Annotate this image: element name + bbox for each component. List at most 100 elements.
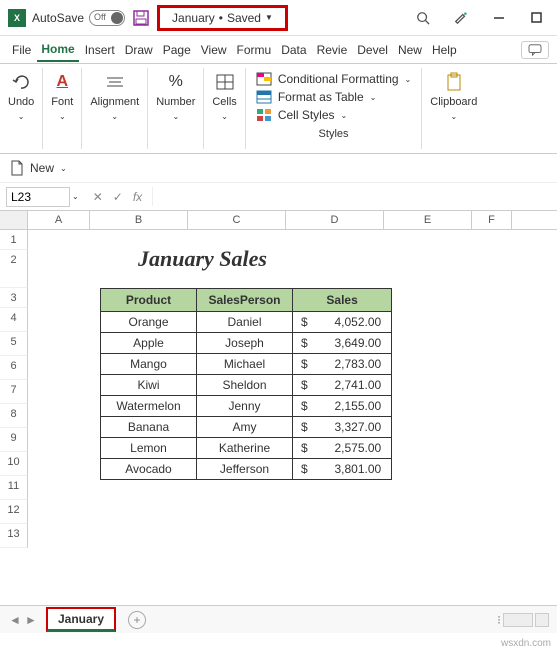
tab-next-icon[interactable]: ► bbox=[24, 613, 38, 627]
cell-product[interactable]: Orange bbox=[101, 312, 197, 333]
row-header-6[interactable]: 6 bbox=[0, 356, 28, 380]
cell-sales[interactable]: 2,575.00 bbox=[316, 438, 392, 459]
select-all-corner[interactable] bbox=[0, 211, 28, 229]
undo-button[interactable]: Undo ⌄ bbox=[8, 72, 34, 121]
format-as-table-button[interactable]: Format as Table ⌄ bbox=[256, 90, 377, 104]
row-header-4[interactable]: 4 bbox=[0, 308, 28, 332]
row-header-9[interactable]: 9 bbox=[0, 428, 28, 452]
tab-prev-icon[interactable]: ◄ bbox=[8, 613, 22, 627]
col-header-C[interactable]: C bbox=[188, 211, 286, 229]
number-button[interactable]: % Number ⌄ bbox=[156, 72, 195, 121]
menu-help[interactable]: Help bbox=[428, 39, 461, 61]
cell-product[interactable]: Watermelon bbox=[101, 396, 197, 417]
row-header-5[interactable]: 5 bbox=[0, 332, 28, 356]
table-row[interactable]: LemonKatherine$2,575.00 bbox=[101, 438, 392, 459]
col-header-D[interactable]: D bbox=[286, 211, 384, 229]
alignment-button[interactable]: Alignment ⌄ bbox=[90, 72, 139, 121]
cell-currency[interactable]: $ bbox=[293, 375, 316, 396]
cell-person[interactable]: Jenny bbox=[197, 396, 293, 417]
cell-currency[interactable]: $ bbox=[293, 354, 316, 375]
cell-currency[interactable]: $ bbox=[293, 438, 316, 459]
horizontal-scrollbar[interactable]: ⁝ bbox=[497, 613, 549, 627]
menu-page[interactable]: Page bbox=[159, 39, 195, 61]
font-button[interactable]: A Font ⌄ bbox=[51, 72, 73, 121]
cell-product[interactable]: Avocado bbox=[101, 459, 197, 480]
menu-home[interactable]: Home bbox=[37, 38, 78, 62]
add-sheet-button[interactable]: + bbox=[128, 611, 146, 629]
cell-person[interactable]: Katherine bbox=[197, 438, 293, 459]
enter-formula-icon[interactable]: ✓ bbox=[109, 188, 127, 206]
menu-formulas[interactable]: Formu bbox=[233, 39, 276, 61]
row-header-11[interactable]: 11 bbox=[0, 476, 28, 500]
col-header-B[interactable]: B bbox=[90, 211, 188, 229]
fx-icon[interactable]: fx bbox=[129, 188, 146, 206]
cell-sales[interactable]: 2,155.00 bbox=[316, 396, 392, 417]
autosave-toggle[interactable]: Off bbox=[89, 10, 125, 26]
maximize-button[interactable] bbox=[525, 6, 549, 30]
row-header-7[interactable]: 7 bbox=[0, 380, 28, 404]
conditional-formatting-button[interactable]: Conditional Formatting ⌄ bbox=[256, 72, 411, 86]
menu-data[interactable]: Data bbox=[277, 39, 310, 61]
clipboard-button[interactable]: Clipboard ⌄ bbox=[430, 72, 477, 121]
cell-sales[interactable]: 4,052.00 bbox=[316, 312, 392, 333]
table-row[interactable]: KiwiSheldon$2,741.00 bbox=[101, 375, 392, 396]
row-header-2[interactable]: 2 bbox=[0, 250, 28, 288]
table-row[interactable]: OrangeDaniel$4,052.00 bbox=[101, 312, 392, 333]
cell-sales[interactable]: 3,649.00 bbox=[316, 333, 392, 354]
cell-person[interactable]: Sheldon bbox=[197, 375, 293, 396]
sheet-tab-january[interactable]: January bbox=[46, 607, 116, 632]
cell-styles-button[interactable]: Cell Styles ⌄ bbox=[256, 108, 347, 122]
col-header-E[interactable]: E bbox=[384, 211, 472, 229]
menu-new[interactable]: New bbox=[394, 39, 426, 61]
cell-currency[interactable]: $ bbox=[293, 312, 316, 333]
cancel-formula-icon[interactable]: ✕ bbox=[89, 188, 107, 206]
row-header-8[interactable]: 8 bbox=[0, 404, 28, 428]
table-row[interactable]: AvocadoJefferson$3,801.00 bbox=[101, 459, 392, 480]
cell-currency[interactable]: $ bbox=[293, 396, 316, 417]
cell-product[interactable]: Lemon bbox=[101, 438, 197, 459]
formula-input[interactable] bbox=[152, 187, 551, 206]
cell-currency[interactable]: $ bbox=[293, 333, 316, 354]
cell-currency[interactable]: $ bbox=[293, 459, 316, 480]
cell-currency[interactable]: $ bbox=[293, 417, 316, 438]
comments-button[interactable] bbox=[521, 41, 549, 59]
col-sales[interactable]: Sales bbox=[293, 289, 392, 312]
row-header-10[interactable]: 10 bbox=[0, 452, 28, 476]
col-salesperson[interactable]: SalesPerson bbox=[197, 289, 293, 312]
row-header-1[interactable]: 1 bbox=[0, 230, 28, 250]
menu-draw[interactable]: Draw bbox=[121, 39, 157, 61]
menu-file[interactable]: File bbox=[8, 39, 35, 61]
minimize-button[interactable] bbox=[487, 6, 511, 30]
cell-person[interactable]: Daniel bbox=[197, 312, 293, 333]
autosave-toggle-group[interactable]: AutoSave Off bbox=[32, 10, 125, 26]
cell-product[interactable]: Mango bbox=[101, 354, 197, 375]
menu-developer[interactable]: Devel bbox=[353, 39, 392, 61]
row-header-13[interactable]: 13 bbox=[0, 524, 28, 548]
cell-sales[interactable]: 3,327.00 bbox=[316, 417, 392, 438]
col-header-A[interactable]: A bbox=[28, 211, 90, 229]
cell-sales[interactable]: 2,741.00 bbox=[316, 375, 392, 396]
row-header-12[interactable]: 12 bbox=[0, 500, 28, 524]
name-box[interactable] bbox=[6, 187, 70, 207]
cell-product[interactable]: Kiwi bbox=[101, 375, 197, 396]
table-row[interactable]: WatermelonJenny$2,155.00 bbox=[101, 396, 392, 417]
cell-person[interactable]: Michael bbox=[197, 354, 293, 375]
cell-person[interactable]: Joseph bbox=[197, 333, 293, 354]
pen-icon[interactable] bbox=[449, 6, 473, 30]
cell-person[interactable]: Amy bbox=[197, 417, 293, 438]
menu-insert[interactable]: Insert bbox=[81, 39, 119, 61]
table-row[interactable]: AppleJoseph$3,649.00 bbox=[101, 333, 392, 354]
name-box-dropdown[interactable]: ⌄ bbox=[72, 192, 79, 201]
cell-product[interactable]: Banana bbox=[101, 417, 197, 438]
save-icon[interactable] bbox=[133, 10, 149, 26]
menu-review[interactable]: Revie bbox=[313, 39, 352, 61]
col-product[interactable]: Product bbox=[101, 289, 197, 312]
cells-button[interactable]: Cells ⌄ bbox=[212, 72, 236, 121]
row-header-3[interactable]: 3 bbox=[0, 288, 28, 308]
table-row[interactable]: BananaAmy$3,327.00 bbox=[101, 417, 392, 438]
cell-product[interactable]: Apple bbox=[101, 333, 197, 354]
cell-person[interactable]: Jefferson bbox=[197, 459, 293, 480]
cell-sales[interactable]: 3,801.00 bbox=[316, 459, 392, 480]
cell-sales[interactable]: 2,783.00 bbox=[316, 354, 392, 375]
col-header-F[interactable]: F bbox=[472, 211, 512, 229]
